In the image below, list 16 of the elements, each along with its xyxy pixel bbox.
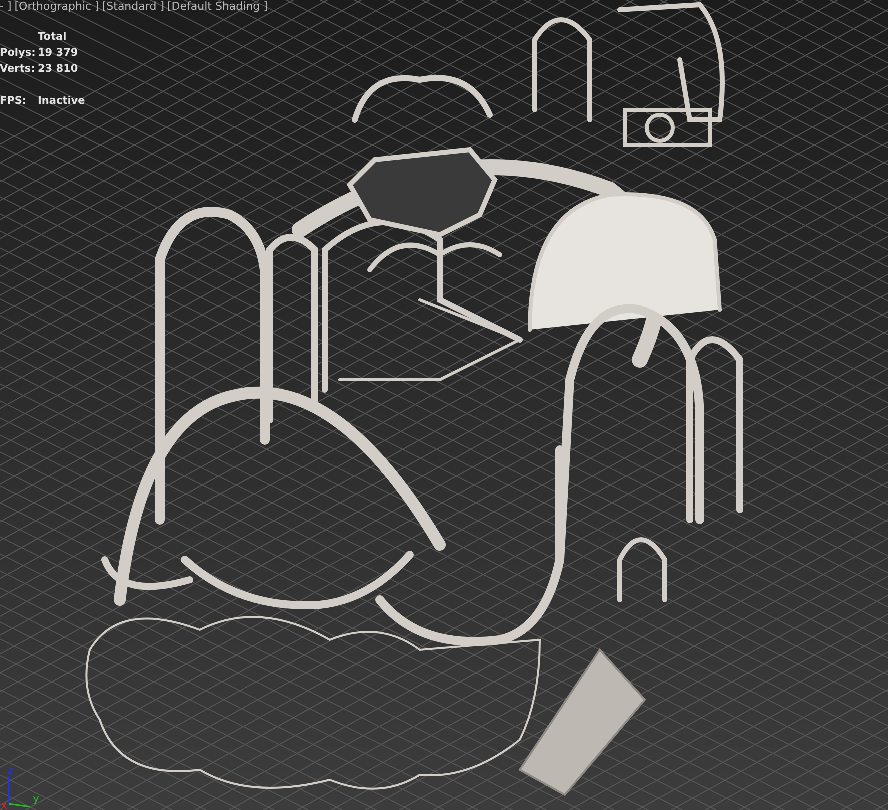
stat-label: FPS:	[0, 94, 28, 108]
stats-header: Total	[38, 30, 68, 44]
viewport-label[interactable]: - ]	[0, 0, 12, 14]
stat-label: Verts:	[0, 62, 36, 76]
viewport-label[interactable]: [Standard ]	[102, 0, 164, 14]
stat-value: Inactive	[38, 94, 86, 108]
viewport-label[interactable]: [Orthographic ]	[14, 0, 100, 14]
stat-value: 23 810	[38, 62, 80, 76]
stat-label: Polys:	[0, 46, 37, 60]
viewport[interactable]: - ] [Orthographic ] [Standard ] [Default Shading ] Total Polys: 19 379 Verts: 23 810 FPS: Inactive z y x	[0, 0, 888, 810]
axis-label: x	[1, 799, 8, 810]
viewport-label[interactable]: [Default Shading ]	[167, 0, 268, 14]
axis-label: z	[8, 764, 14, 777]
axis-lines-icon	[8, 776, 30, 808]
stat-value: 19 379	[38, 46, 80, 60]
axis-label: y	[33, 792, 40, 805]
